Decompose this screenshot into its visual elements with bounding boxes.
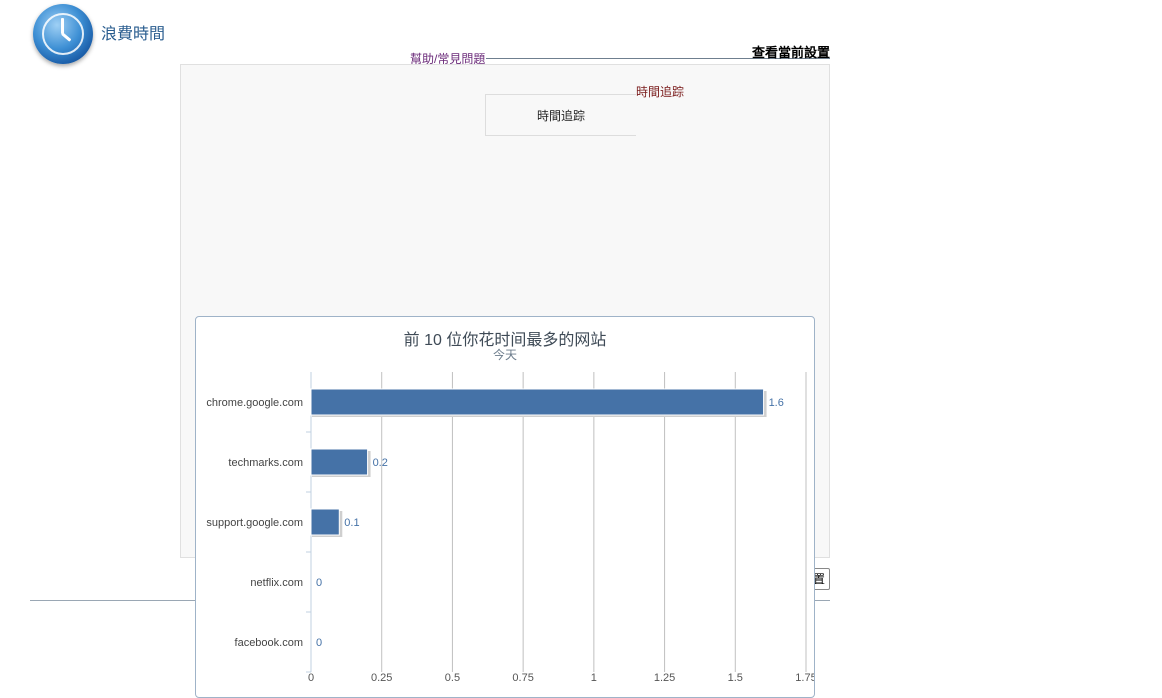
tab-time-tracking[interactable]: 時間追踪 [485, 94, 636, 136]
x-tick-label: 1.5 [728, 672, 743, 684]
category-label: chrome.google.com [206, 397, 303, 409]
category-label: techmarks.com [228, 457, 303, 469]
data-label: 0.1 [344, 517, 359, 529]
x-tick-label: 0.75 [512, 672, 533, 684]
x-tick-label: 0.25 [371, 672, 392, 684]
bar [310, 388, 765, 416]
bar [310, 448, 369, 476]
view-settings-link[interactable]: 查看當前設置 [752, 42, 830, 61]
data-label: 1.6 [769, 397, 784, 409]
clock-logo-icon [33, 4, 93, 64]
top-sites-chart: 前 10 位你花时间最多的网站 今天 0 0.25 0.5 0.75 1 1.25 1.5 1… [195, 316, 815, 698]
data-label: 0 [316, 577, 322, 589]
x-tick-label: 0 [308, 672, 314, 684]
x-tick-label: 1.25 [654, 672, 675, 684]
bar-chart-svg: 0 0.25 0.5 0.75 1 1.25 1.5 1.75 chrome.google.co… [206, 372, 814, 684]
tab-time-tracking-label: 時間追踪 [536, 109, 585, 123]
bar [310, 508, 340, 536]
x-tick-label: 1 [591, 672, 597, 684]
app-title: 浪費時間 [101, 26, 166, 43]
category-label: netflix.com [250, 577, 303, 589]
time-tracking-link[interactable]: 時間追踪 [636, 83, 684, 100]
data-label: 0.2 [373, 457, 388, 469]
x-tick-label: 0.5 [445, 672, 460, 684]
category-label: facebook.com [235, 637, 303, 649]
x-tick-label: 1.75 [795, 672, 814, 684]
data-label: 0 [316, 637, 322, 649]
category-label: support.google.com [206, 517, 303, 529]
